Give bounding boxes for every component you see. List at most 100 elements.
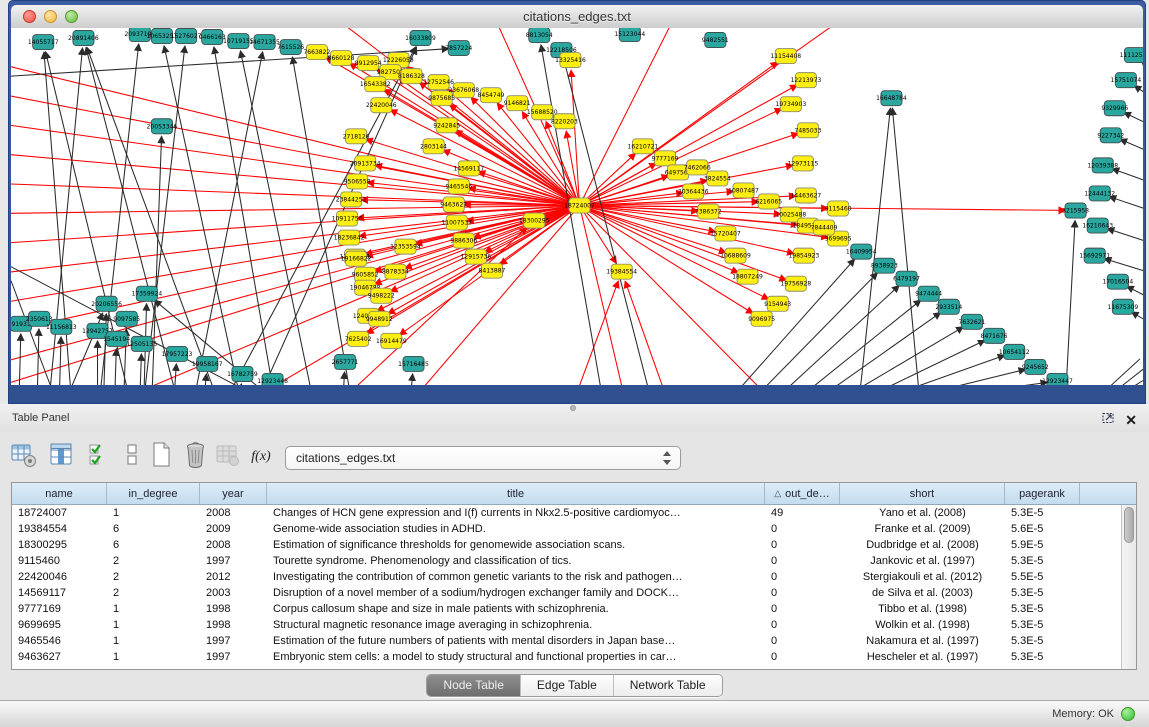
graph-node[interactable]: 15692971 [1079,248,1110,263]
delete-table-button[interactable] [212,442,242,472]
graph-node[interactable]: 16782759 [227,366,258,381]
table-row[interactable]: 911546021997Tourette syndrome. Phenomeno… [12,553,1121,569]
graph-node[interactable]: 14055717 [28,35,59,50]
delete-column-button[interactable] [180,442,210,472]
graph-node[interactable]: 12505135 [126,336,157,351]
graph-node[interactable]: 16648784 [876,91,907,106]
graph-node[interactable]: 18236842 [334,230,365,245]
graph-node[interactable]: 8660128 [328,51,355,66]
table-row[interactable]: 1938455462009Genome-wide association stu… [12,521,1121,537]
table-selector-dropdown[interactable]: citations_edges.txt [285,446,681,470]
table-row[interactable]: 977716911998Corpus callosum shape and si… [12,601,1121,617]
graph-node[interactable]: 23844252 [336,192,367,207]
graph-node[interactable]: 19854923 [789,248,820,263]
graph-node[interactable]: 9463627 [440,197,467,212]
graph-node[interactable]: 7632621 [959,314,986,329]
graph-node[interactable]: 16543382 [360,77,391,92]
column-header-title[interactable]: title [267,483,765,504]
graph-node[interactable]: 18807249 [732,269,763,284]
network-canvas[interactable]: 1872400714055717208914062093719310653257… [11,28,1143,385]
graph-node[interactable]: 17359924 [132,286,163,301]
graph-node[interactable]: 17957223 [162,346,193,361]
column-header-year[interactable]: year [200,483,267,504]
graph-node[interactable]: 7663822 [303,45,330,60]
graph-node[interactable]: 10654112 [999,344,1030,359]
graph-node[interactable]: 16409954 [846,244,877,259]
column-header-pagerank[interactable]: pagerank [1005,483,1080,504]
table-row[interactable]: 969969511998Structural magnetic resonanc… [12,617,1121,633]
graph-node[interactable]: 7857224 [445,41,472,56]
graph-node[interactable]: 6216065 [755,194,782,209]
graph-node[interactable]: 9227342 [1097,128,1124,143]
close-panel-icon[interactable]: ✕ [1125,413,1137,427]
graph-node[interactable]: 8878334 [382,264,409,279]
graph-node[interactable]: 20206556 [91,296,122,311]
graph-node[interactable]: 2657771 [332,354,359,369]
graph-node[interactable]: 12353594 [390,239,421,254]
graph-node[interactable]: 9242845 [433,118,460,133]
graph-node[interactable]: 8938923 [871,258,898,273]
graph-node[interactable]: 8813054 [526,28,553,43]
graph-node[interactable]: 9886306 [450,233,477,248]
graph-node[interactable]: 9096975 [748,311,775,326]
graph-node[interactable]: 9498222 [368,288,395,303]
graph-node[interactable]: 9948912 [366,311,393,326]
graph-node[interactable]: 15751074 [1111,73,1142,88]
graph-node[interactable]: 9506558 [344,174,371,189]
graph-node[interactable]: 15276027 [171,29,202,44]
graph-node[interactable]: 9115460 [825,201,852,216]
network-graph[interactable]: 1872400714055717208914062093719310653257… [11,28,1143,385]
graph-node[interactable]: 23676068 [448,83,479,98]
graph-node[interactable]: 11675309 [1108,299,1139,314]
graph-node[interactable]: 9465546 [445,179,472,194]
table-row[interactable]: 2242004622012Investigating the contribut… [12,569,1121,585]
graph-node[interactable]: 13325416 [555,53,586,68]
graph-node[interactable]: 22420046 [366,98,397,113]
graph-node[interactable]: 8413887 [479,263,506,278]
graph-node[interactable]: 8186328 [398,69,425,84]
graph-node[interactable]: 15123044 [614,28,645,42]
graph-node[interactable]: 7485033 [795,123,822,138]
vertical-scrollbar[interactable] [1121,505,1136,669]
graph-node[interactable]: 11154408 [770,49,801,64]
graph-node[interactable]: 12039388 [1087,158,1118,173]
graph-node[interactable]: 12444132 [1084,186,1115,201]
tab-edge-table[interactable]: Edge Table [521,675,614,696]
graph-node[interactable]: 7386372 [695,204,722,219]
graph-node[interactable]: 7615526 [277,40,304,55]
graph-node[interactable]: 9329966 [1101,101,1128,116]
column-header-in_degree[interactable]: in_degree [107,483,200,504]
graph-node[interactable]: 9245652 [1022,359,1049,374]
column-header-short[interactable]: short [840,483,1005,504]
import-table-button[interactable] [8,442,38,472]
graph-node[interactable]: 17016504 [1103,274,1134,289]
scrollbar-thumb[interactable] [1124,507,1134,543]
graph-node[interactable]: 2933514 [935,299,962,314]
graph-node[interactable]: 9474444 [915,286,942,301]
column-visibility-button[interactable] [46,442,76,472]
table-row[interactable]: 1872400712008Changes of HCN gene express… [12,505,1121,521]
table-row[interactable]: 1456911722003Disruption of a novel membe… [12,585,1121,601]
graph-node[interactable]: 10688609 [720,248,751,263]
row-split-button[interactable] [116,442,146,472]
graph-node[interactable]: 3215958 [1062,203,1089,218]
float-panel-icon[interactable] [1102,411,1115,429]
graph-node[interactable]: 12923447 [1042,373,1073,385]
graph-node[interactable]: 12923448 [257,373,288,385]
graph-node[interactable]: 11156813 [46,319,77,334]
network-window-titlebar[interactable]: citations_edges.txt [11,5,1143,29]
table-row[interactable]: 946554611997Estimation of the future num… [12,633,1121,649]
graph-node[interactable]: 20891406 [68,31,99,46]
graph-node[interactable]: 11007537 [441,215,472,230]
graph-node[interactable]: 9154943 [764,296,791,311]
graph-node[interactable]: 19958167 [192,356,223,371]
graph-node[interactable]: 9466163 [199,30,226,45]
graph-node[interactable]: 8220203 [551,114,578,129]
graph-node[interactable]: 8471676 [981,328,1008,343]
graph-node[interactable]: 7625402 [345,331,372,346]
graph-node[interactable]: 12915736 [461,249,492,264]
tab-node-table[interactable]: Node Table [427,675,521,696]
graph-node[interactable]: 12213973 [791,73,822,88]
graph-node[interactable]: 14671355 [249,35,280,50]
graph-node[interactable]: 20364436 [678,184,709,199]
